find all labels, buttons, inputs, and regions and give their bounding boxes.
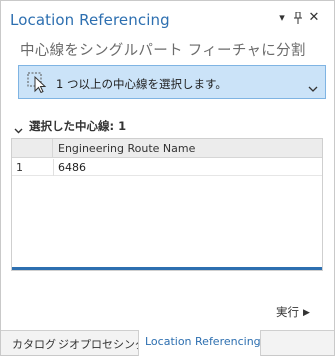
pane-title-bar: Location Referencing ▾ ✕ <box>1 1 334 35</box>
selected-centerlines-table: Engineering Route Name 1 6486 <box>11 138 323 271</box>
location-referencing-pane: Location Referencing ▾ ✕ 中心線をシングルパート フィー… <box>0 0 335 356</box>
route-name-cell: 6486 <box>58 161 86 174</box>
table-header-route-name: Engineering Route Name <box>58 142 196 155</box>
table-header-index <box>12 139 53 158</box>
bottom-tab-strip: カタログ ジオプロセシング Location Referencing <box>1 330 334 356</box>
select-centerlines-dropdown[interactable]: 1 つ以上の中心線を選択します。 <box>18 65 326 99</box>
play-icon: ▶ <box>303 308 310 318</box>
table-row[interactable]: 1 6486 <box>12 159 322 176</box>
run-button-label: 実行 <box>276 305 299 319</box>
table-header: Engineering Route Name <box>12 139 322 158</box>
cell-divider <box>53 159 54 176</box>
row-index: 1 <box>16 161 23 174</box>
run-button[interactable]: 実行 ▶ <box>276 304 310 320</box>
tool-subtitle: 中心線をシングルパート フィーチャに分割 <box>20 43 306 59</box>
tab-geoprocessing[interactable]: ジオプロセシング <box>58 331 146 355</box>
table-scroll-indicator <box>12 267 322 270</box>
pane-title: Location Referencing <box>10 11 170 29</box>
select-features-icon <box>26 71 50 94</box>
chevron-down-icon <box>14 120 23 134</box>
chevron-down-icon <box>308 78 318 92</box>
select-centerlines-label: 1 つ以上の中心線を選択します。 <box>56 77 227 91</box>
tab-location-referencing[interactable]: Location Referencing <box>138 330 261 356</box>
tab-catalog[interactable]: カタログ <box>12 331 56 355</box>
close-icon[interactable]: ✕ <box>308 11 320 24</box>
selected-centerlines-label: 選択した中心線: 1 <box>29 119 127 133</box>
pin-icon[interactable] <box>292 11 304 24</box>
chevron-down-icon[interactable]: ▾ <box>276 12 288 24</box>
